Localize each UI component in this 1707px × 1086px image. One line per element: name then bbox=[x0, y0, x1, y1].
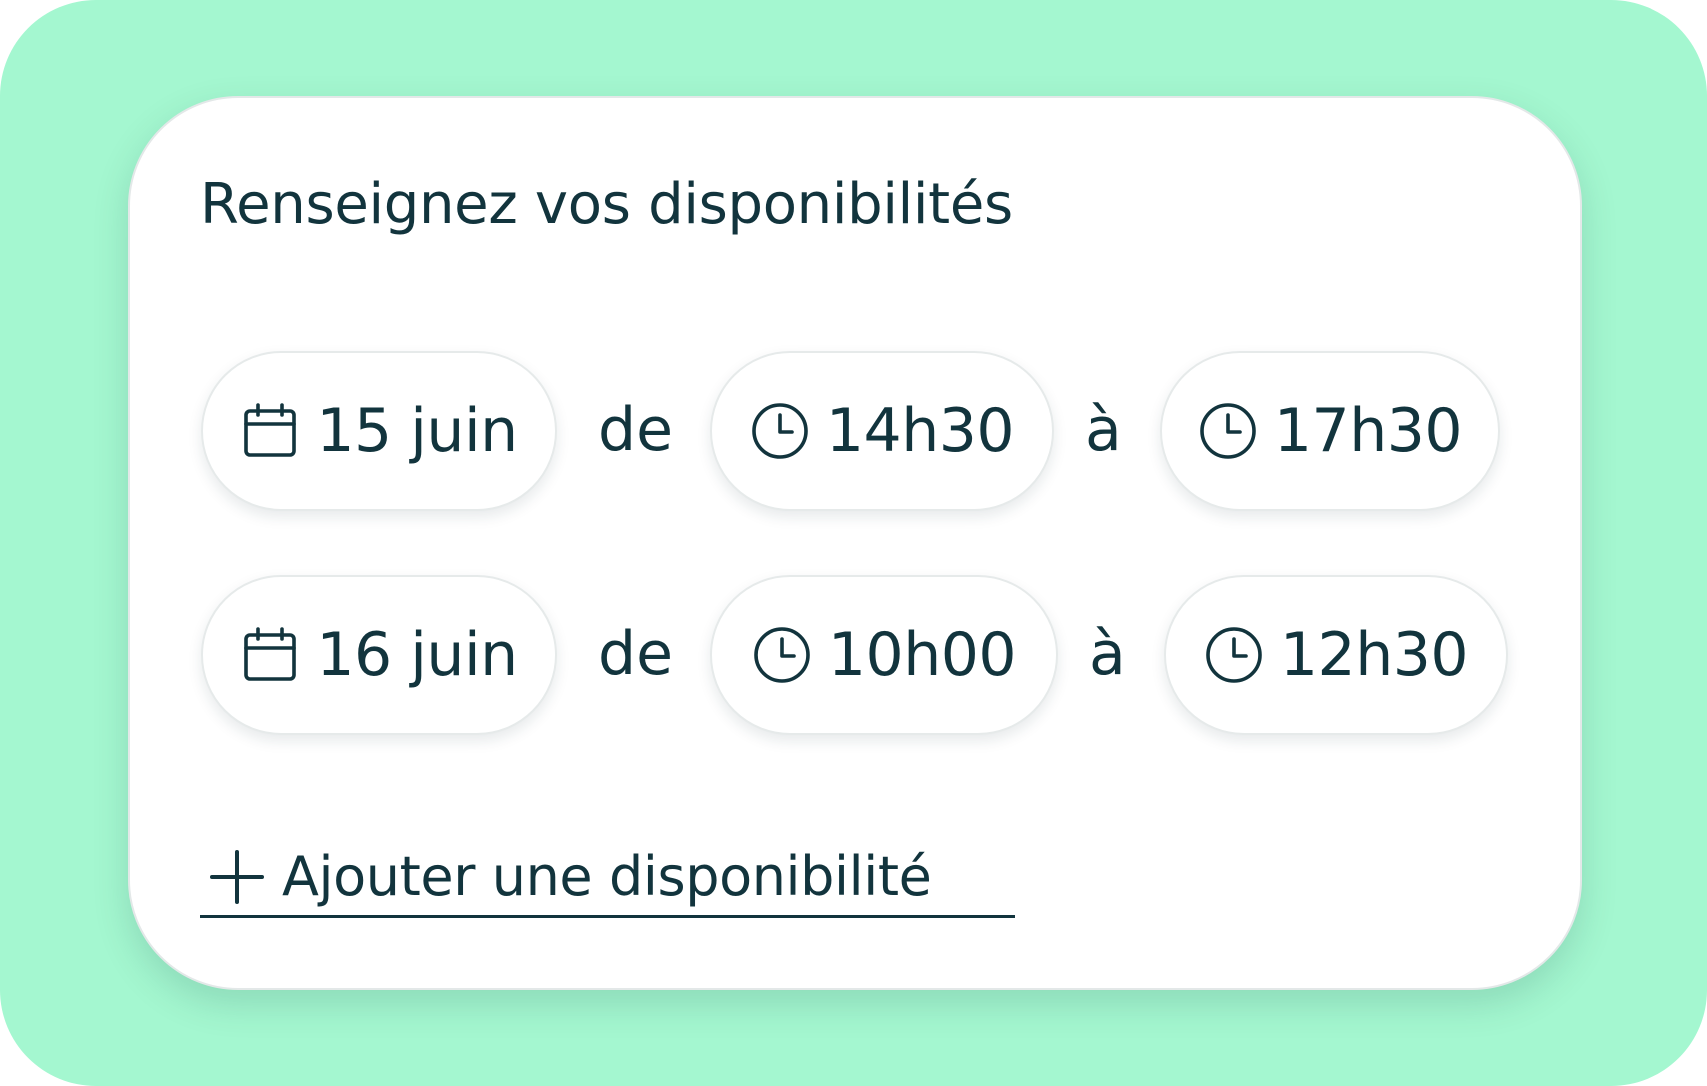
connector-de: de bbox=[598, 619, 673, 689]
plus-icon bbox=[206, 846, 268, 908]
end-time-value: 12h30 bbox=[1279, 620, 1469, 690]
connector-a: à bbox=[1085, 395, 1122, 465]
end-time-value: 17h30 bbox=[1273, 396, 1463, 466]
start-time-picker-row-1[interactable]: 14h30 bbox=[710, 351, 1054, 511]
connector-a: à bbox=[1089, 619, 1126, 689]
end-time-picker-row-1[interactable]: 17h30 bbox=[1160, 351, 1500, 511]
end-time-picker-row-2[interactable]: 12h30 bbox=[1164, 575, 1508, 735]
clock-icon bbox=[1204, 625, 1264, 685]
date-picker-row-1[interactable]: 15 juin bbox=[201, 351, 557, 511]
date-picker-row-2[interactable]: 16 juin bbox=[201, 575, 557, 735]
card-title: Renseignez vos disponibilités bbox=[200, 172, 1013, 237]
add-availability-label: Ajouter une disponibilité bbox=[282, 845, 932, 908]
date-value: 16 juin bbox=[316, 620, 518, 690]
calendar-icon bbox=[240, 401, 300, 461]
add-availability-link[interactable]: Ajouter une disponibilité bbox=[200, 838, 1015, 918]
start-time-picker-row-2[interactable]: 10h00 bbox=[710, 575, 1058, 735]
clock-icon bbox=[750, 401, 810, 461]
connector-de: de bbox=[598, 395, 673, 465]
date-value: 15 juin bbox=[316, 396, 518, 466]
clock-icon bbox=[1198, 401, 1258, 461]
clock-icon bbox=[752, 625, 812, 685]
start-time-value: 14h30 bbox=[825, 396, 1015, 466]
start-time-value: 10h00 bbox=[827, 620, 1017, 690]
calendar-icon bbox=[240, 625, 300, 685]
